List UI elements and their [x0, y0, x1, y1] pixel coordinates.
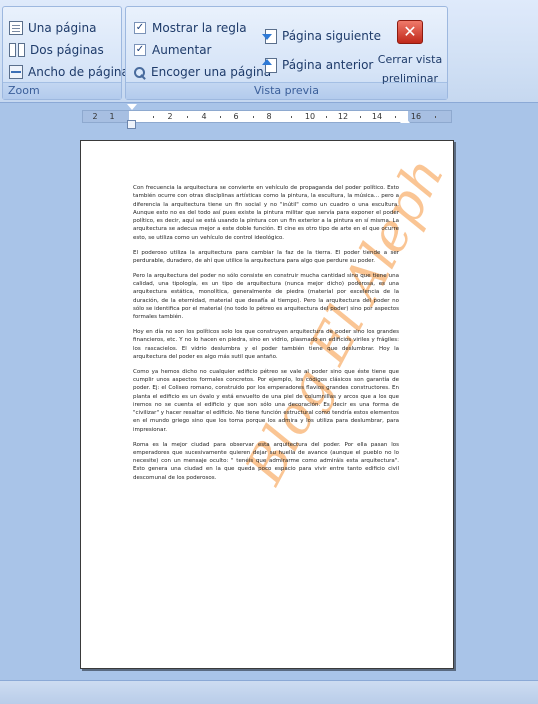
page-width-button[interactable]: Ancho de página: [9, 62, 129, 82]
ruler-tick: 14: [371, 112, 383, 121]
one-page-icon: [9, 21, 23, 35]
ruler-mark: [187, 116, 188, 118]
previous-page-label: Página anterior: [282, 58, 374, 72]
shrink-one-page-label: Encoger una página: [151, 65, 272, 79]
close-preview-label: Cerrar vista preliminar: [377, 53, 443, 85]
paragraph: El poderoso utiliza la arquitectura para…: [133, 249, 399, 264]
two-pages-icon: [9, 43, 25, 57]
ruler-tick: 10: [304, 112, 316, 121]
magnifier-icon: [132, 65, 146, 80]
paragraph: Con frecuencia la arquitectura se convie…: [133, 185, 399, 241]
ruler-tick: 6: [233, 112, 239, 121]
magnifier-checkbox[interactable]: ✓ Aumentar: [134, 40, 211, 60]
ruler-tick: 2: [167, 112, 173, 121]
magnifier-label: Aumentar: [152, 43, 212, 57]
show-ruler-label: Mostrar la regla: [152, 21, 247, 35]
two-pages-button[interactable]: Dos páginas: [9, 40, 104, 60]
first-line-indent-marker[interactable]: [127, 104, 137, 110]
zoom-group-label: Zoom: [3, 82, 121, 99]
status-bar: [0, 680, 538, 704]
previous-page-button[interactable]: Página anterior: [262, 55, 373, 75]
ruler-mark: [360, 116, 361, 118]
ruler-mark: [395, 116, 396, 118]
show-ruler-checkbox[interactable]: ✓ Mostrar la regla: [134, 18, 247, 38]
page-width-label: Ancho de página: [28, 65, 129, 79]
ruler-mark: [220, 116, 221, 118]
page-width-icon: [9, 65, 23, 79]
ruler-left-margin: [83, 111, 129, 122]
left-indent-marker[interactable]: [127, 120, 136, 129]
ruler-tick: 16: [410, 112, 422, 121]
right-indent-marker[interactable]: [400, 117, 410, 123]
ruler-mark: [326, 116, 327, 118]
checkmark-icon: ✓: [134, 22, 146, 34]
zoom-group: Una página Dos páginas Ancho de página Z…: [2, 6, 129, 100]
ruler-tick: 12: [337, 112, 349, 121]
close-preview-button[interactable]: ✕ Cerrar vista preliminar: [376, 8, 444, 85]
paragraph: Como ya hemos dicho no cualquier edifici…: [133, 368, 399, 433]
paragraph: Hoy en día no son los políticos solo los…: [133, 328, 399, 360]
two-pages-label: Dos páginas: [30, 43, 104, 57]
ruler-tick: 8: [266, 112, 272, 121]
paragraph: Pero la arquitectura del poder no sólo c…: [133, 272, 399, 321]
one-page-label: Una página: [28, 21, 97, 35]
ruler-mark: [291, 116, 292, 118]
close-icon: ✕: [397, 20, 423, 44]
next-page-icon: [262, 28, 278, 44]
ruler-mark: [253, 116, 254, 118]
shrink-one-page-button[interactable]: Encoger una página: [132, 62, 271, 82]
ruler-mark: [153, 116, 154, 118]
previous-page-icon: [262, 57, 278, 73]
next-page-button[interactable]: Página siguiente: [262, 26, 381, 46]
next-page-label: Página siguiente: [282, 29, 381, 43]
document-body: Con frecuencia la arquitectura se convie…: [133, 184, 399, 489]
document-page[interactable]: Blog El Aleph Con frecuencia la arquitec…: [80, 140, 456, 669]
ribbon: Una página Dos páginas Ancho de página Z…: [0, 0, 538, 103]
ruler-tick: 2: [92, 112, 98, 121]
one-page-button[interactable]: Una página: [9, 18, 96, 38]
ruler-tick: 4: [201, 112, 207, 121]
horizontal-ruler[interactable]: 2 1 2 4 6 8 10 12 14 16: [82, 110, 452, 123]
checkmark-icon: ✓: [134, 44, 146, 56]
ruler-mark: [435, 116, 436, 118]
paragraph: Roma es la mejor ciudad para observar es…: [133, 441, 399, 481]
ruler-tick: 1: [109, 112, 115, 121]
